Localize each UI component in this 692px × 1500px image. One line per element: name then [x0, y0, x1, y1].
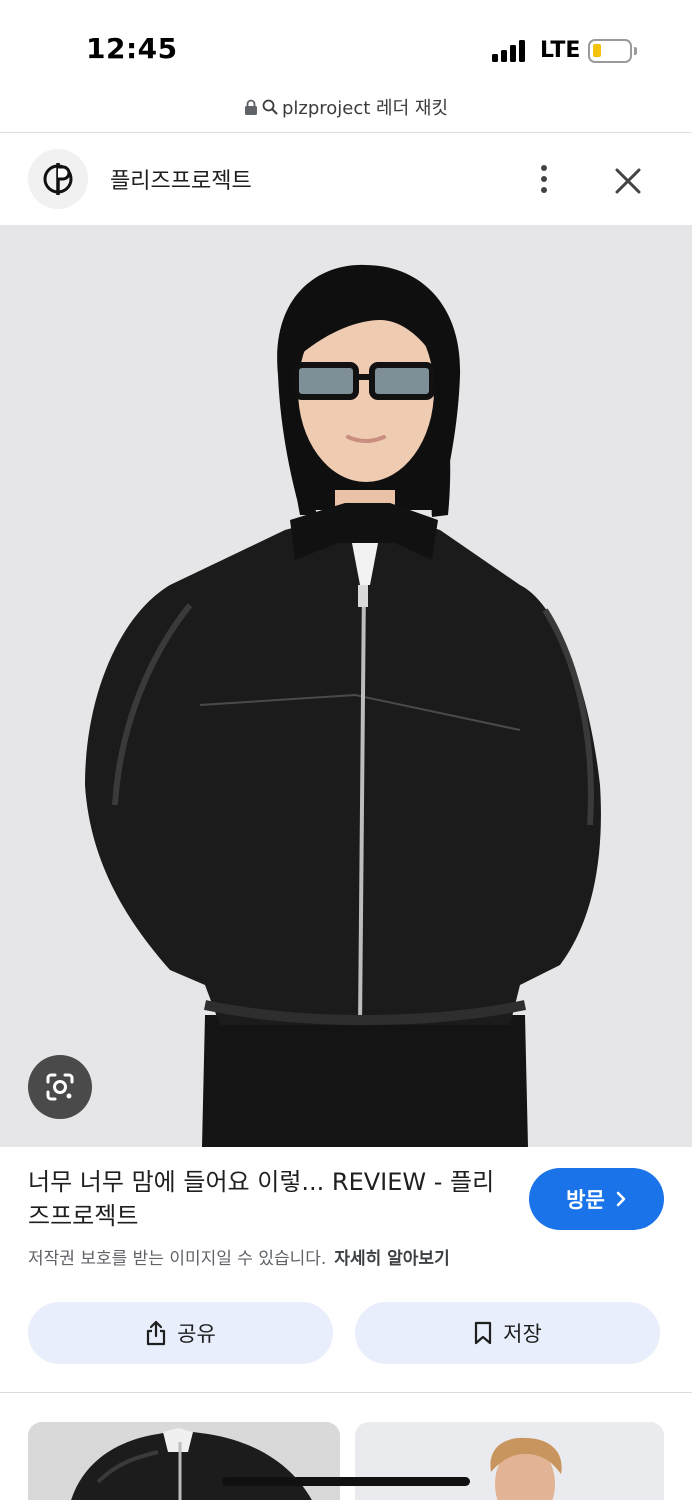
divider — [0, 1392, 692, 1393]
chevron-right-icon — [616, 1191, 626, 1207]
visit-label: 방문 — [566, 1188, 605, 1212]
url-text: plzproject 레더 재킷 — [281, 98, 449, 119]
visit-button[interactable]: 방문 — [529, 1168, 664, 1230]
lock-icon — [244, 99, 257, 115]
bookmark-icon — [475, 1321, 492, 1345]
close-icon[interactable] — [608, 161, 648, 201]
site-header: 플리즈프로젝트 — [0, 133, 692, 225]
related-image-thumbnail[interactable] — [355, 1422, 664, 1500]
status-time: 12:45 — [86, 32, 178, 65]
related-model-image — [355, 1422, 664, 1500]
site-name[interactable]: 플리즈프로젝트 — [110, 163, 252, 195]
google-lens-icon[interactable] — [28, 1055, 92, 1119]
share-label: 공유 — [177, 1322, 216, 1346]
home-indicator[interactable] — [222, 1477, 470, 1486]
related-jacket-image — [28, 1422, 340, 1500]
learn-more-link[interactable]: 자세히 알아보기 — [334, 1249, 449, 1269]
main-image[interactable] — [0, 225, 692, 1147]
network-type: LTE — [540, 38, 581, 63]
model-illustration — [0, 225, 692, 1147]
status-bar: 12:45 LTE — [0, 0, 692, 90]
signal-icon — [492, 40, 528, 62]
result-title[interactable]: 너무 너무 맘에 들어요 이렇... REVIEW - 플리즈프로젝트 — [28, 1165, 508, 1233]
site-logo-icon[interactable] — [28, 149, 88, 209]
battery-icon — [588, 39, 637, 63]
copyright-notice: 저작권 보호를 받는 이미지일 수 있습니다. 자세히 알아보기 — [28, 1244, 450, 1269]
save-button[interactable]: 저장 — [355, 1302, 660, 1364]
related-image-thumbnail[interactable] — [28, 1422, 340, 1500]
share-icon — [147, 1320, 166, 1346]
url-bar[interactable]: plzproject 레더 재킷 — [0, 92, 692, 122]
save-label: 저장 — [503, 1322, 542, 1346]
share-button[interactable]: 공유 — [28, 1302, 333, 1364]
more-vert-icon[interactable] — [528, 161, 560, 197]
search-icon — [262, 99, 278, 115]
copyright-text: 저작권 보호를 받는 이미지일 수 있습니다. — [28, 1249, 327, 1269]
